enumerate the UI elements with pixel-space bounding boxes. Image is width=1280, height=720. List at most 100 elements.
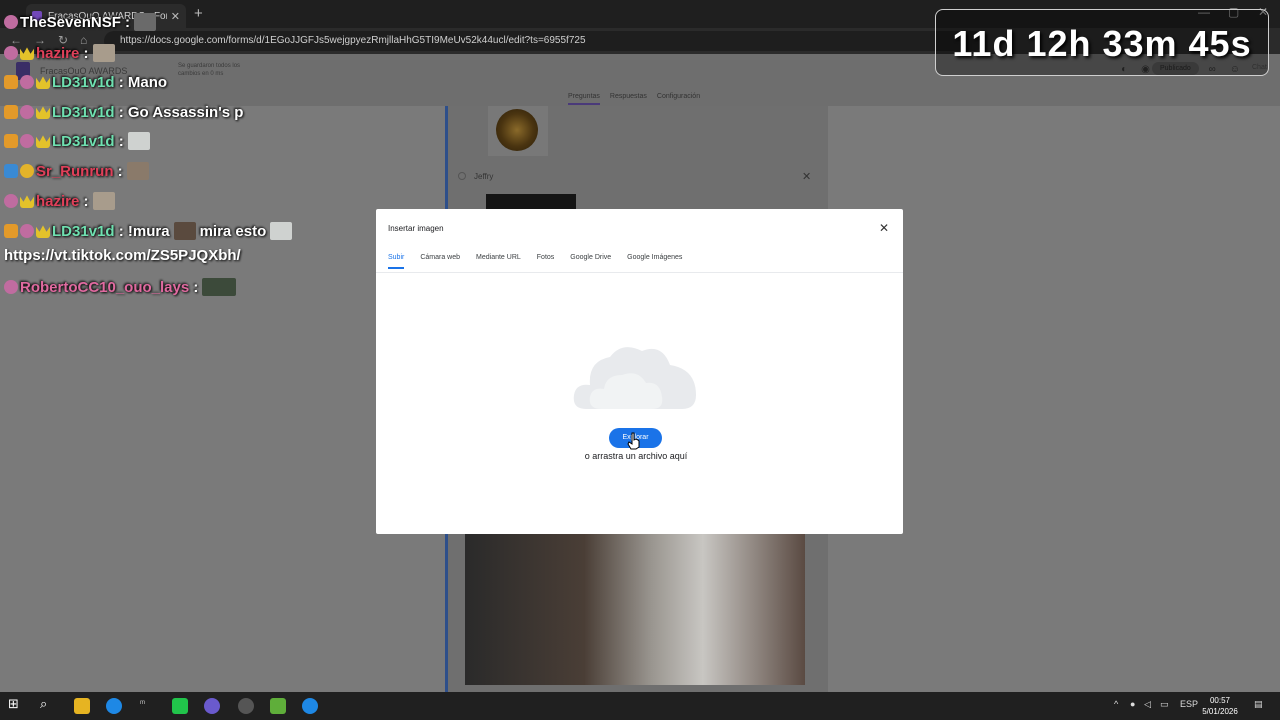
tab-camara-web[interactable]: Cámara web — [420, 254, 460, 269]
tab-subir[interactable]: Subir — [388, 254, 405, 269]
badge-icon — [4, 15, 18, 29]
volume-icon[interactable]: ◁ — [1144, 699, 1151, 710]
badge-icon — [4, 46, 18, 60]
app-icon[interactable] — [238, 698, 254, 714]
app-icon[interactable] — [204, 698, 220, 714]
chat-separator: : — [114, 103, 128, 121]
option-radio[interactable] — [458, 172, 466, 180]
tab-preguntas[interactable]: Preguntas — [568, 93, 600, 105]
badge-icon — [4, 224, 18, 238]
remove-option-icon[interactable]: ✕ — [802, 170, 811, 183]
crown-badge-icon — [20, 195, 34, 208]
emote-icon — [127, 132, 150, 150]
chat-message: RobertoCC10_ouo_lays : — [4, 276, 237, 298]
badge-icon — [4, 194, 18, 208]
start-icon[interactable]: ⊞ — [8, 696, 24, 712]
chat-username: LD31v1d — [52, 222, 115, 240]
chat-username: TheSevenNSF — [20, 13, 121, 31]
chat-text: Mano — [127, 73, 168, 91]
chat-separator: : — [79, 192, 89, 210]
kick-icon[interactable] — [172, 698, 188, 714]
chat-username: RobertoCC10_ouo_lays — [20, 278, 190, 296]
chat-separator: : — [79, 44, 89, 62]
tab-respuestas[interactable]: Respuestas — [610, 93, 647, 105]
emote-icon — [126, 162, 149, 180]
option-label[interactable]: Jeffry — [474, 172, 493, 181]
chat-header: TheSevenNSF : — [4, 11, 157, 33]
countdown-timer: 11d 12h 33m 45s — [935, 9, 1269, 76]
badge-icon — [4, 75, 18, 89]
badge-icon — [4, 105, 18, 119]
chat-message: LD31v1d : Mano — [4, 71, 167, 93]
option-image-photo — [465, 534, 805, 685]
chat-username: LD31v1d — [52, 103, 115, 121]
tray-chevron-icon[interactable]: ^ — [1114, 699, 1118, 709]
upload-cloud-icon — [573, 347, 696, 409]
chat-separator: : — [113, 162, 123, 180]
chat-separator: : — [114, 132, 124, 150]
drag-drop-hint: o arrastra un archivo aquí — [584, 451, 688, 461]
tab-mediante-url[interactable]: Mediante URL — [476, 254, 521, 269]
chat-username: LD31v1d — [52, 132, 115, 150]
search-icon[interactable]: ⌕ — [40, 696, 56, 712]
edge-icon[interactable] — [106, 698, 122, 714]
chat-separator: : — [189, 278, 199, 296]
crown-badge-icon — [36, 76, 50, 89]
chat-separator: : — [114, 222, 128, 240]
file-explorer-icon[interactable] — [74, 698, 90, 714]
clock-date: 5/01/2026 — [1202, 707, 1238, 716]
chat-message: LD31v1d : — [4, 130, 150, 152]
chat-message: LD31v1d : !mura mira esto — [4, 220, 293, 242]
app-icon[interactable] — [302, 698, 318, 714]
emote-icon — [173, 222, 196, 240]
badge-icon — [4, 134, 18, 148]
chat-separator: : — [120, 13, 131, 31]
minecraft-icon[interactable] — [270, 698, 286, 714]
badge-icon — [20, 75, 34, 89]
emote-icon — [270, 222, 293, 240]
tab-divider — [376, 272, 903, 273]
dialog-title: Insertar imagen — [388, 224, 444, 233]
award-logo-image — [496, 109, 538, 151]
hand-cursor-icon — [627, 432, 640, 450]
tab-fotos[interactable]: Fotos — [537, 254, 555, 269]
chat-text: !mura — [127, 222, 170, 240]
badge-icon — [4, 164, 18, 178]
chat-text: Go Assassin's p — [127, 103, 244, 121]
crown-badge-icon — [36, 106, 50, 119]
app-icon[interactable]: ᵐ — [140, 698, 156, 714]
tab-google-imagenes[interactable]: Google Imágenes — [627, 254, 682, 269]
crown-badge-icon — [36, 135, 50, 148]
taskbar: ⊞ ⌕ ᵐ ^ ● ◁ ▭ ESP 00:57 5/01/2026 ▤ — [0, 692, 1280, 720]
dialog-close-icon[interactable]: ✕ — [879, 221, 889, 235]
tab-configuracion[interactable]: Configuración — [657, 93, 700, 105]
emote-icon — [92, 44, 115, 62]
chat-link[interactable]: https://vt.tiktok.com/ZS5PJQXbh/ — [4, 247, 241, 264]
emote-icon — [202, 278, 237, 296]
clock-time: 00:57 — [1209, 696, 1231, 705]
microphone-icon[interactable]: ● — [1130, 699, 1135, 709]
badge-icon — [20, 105, 34, 119]
emote-icon — [92, 192, 115, 210]
tab-google-drive[interactable]: Google Drive — [570, 254, 611, 269]
chat-text: mira esto — [199, 222, 267, 240]
badge-icon — [20, 164, 34, 178]
clock[interactable]: 00:57 5/01/2026 — [1196, 695, 1244, 717]
notifications-icon[interactable]: ▤ — [1254, 699, 1263, 710]
chat-username: hazire — [36, 44, 80, 62]
emote-icon — [134, 13, 157, 31]
badge-icon — [20, 134, 34, 148]
forms-tabs: Preguntas Respuestas Configuración — [568, 93, 700, 105]
badge-icon — [20, 224, 34, 238]
chat-username: hazire — [36, 192, 80, 210]
insert-image-dialog: Insertar imagen ✕ Subir Cámara web Media… — [376, 209, 903, 534]
crown-badge-icon — [20, 47, 34, 60]
network-icon[interactable]: ▭ — [1160, 699, 1169, 710]
badge-icon — [4, 280, 18, 294]
option-image-thumbnail — [488, 106, 548, 156]
chat-message: hazire : — [4, 42, 115, 64]
chat-username: Sr_Runrun — [36, 162, 114, 180]
chat-message: hazire : — [4, 190, 115, 212]
chat-message: LD31v1d : Go Assassin's p — [4, 101, 243, 123]
crown-badge-icon — [36, 225, 50, 238]
